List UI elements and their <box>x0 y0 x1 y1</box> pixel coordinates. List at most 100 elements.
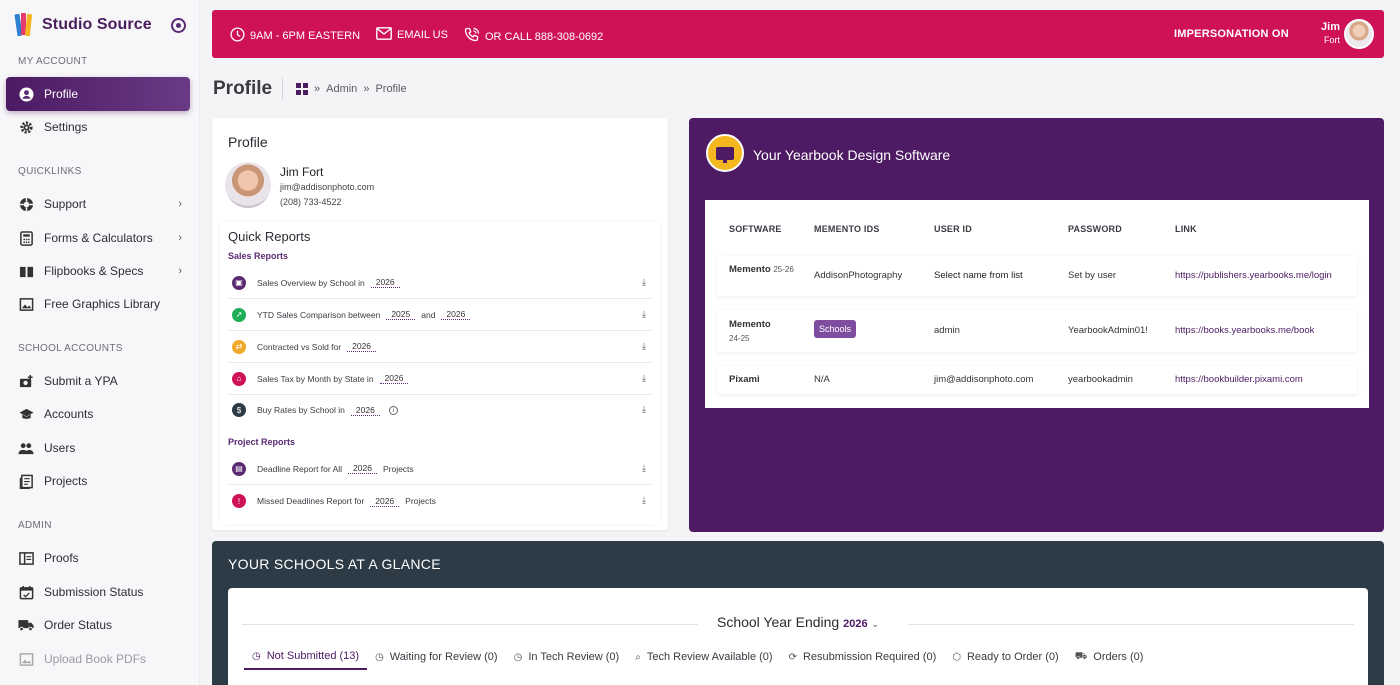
table-row: Memento 24-25 Schools admin YearbookAdmin… <box>717 310 1357 352</box>
divider <box>908 624 1354 625</box>
software-link[interactable]: https://bookbuilder.pixami.com <box>1175 374 1303 385</box>
tab-in-tech-review[interactable]: ◷ In Tech Review (0) <box>506 646 628 670</box>
proof-icon <box>18 550 34 566</box>
tab-not-submitted[interactable]: ◷ Not Submitted (13) <box>244 646 368 670</box>
year-select[interactable]: 2026 <box>350 405 380 416</box>
chevron-right-icon: › <box>178 232 182 244</box>
download-icon[interactable]: ⤓ <box>642 495 646 506</box>
download-icon[interactable]: ⤓ <box>642 341 646 352</box>
section-label-school-accounts: SCHOOL ACCOUNTS <box>18 343 123 354</box>
info-icon[interactable]: i <box>388 405 398 415</box>
tab-orders[interactable]: ⛟ Orders (0) <box>1067 646 1152 670</box>
download-icon[interactable]: ⤓ <box>642 373 646 384</box>
profile-name: Jim Fort <box>280 165 324 179</box>
dashboard-icon[interactable] <box>296 83 308 95</box>
graduation-cap-icon <box>18 406 34 422</box>
schools-button[interactable]: Schools <box>814 320 857 338</box>
year-select[interactable]: 2025 <box>386 309 416 320</box>
project-reports-heading: Project Reports <box>228 437 296 447</box>
report-label: Buy Rates by School in <box>257 405 345 415</box>
section-label-quicklinks: QUICKLINKS <box>18 166 82 177</box>
year-select-2[interactable]: 2026 <box>441 309 471 320</box>
chevron-down-icon: ⌄ <box>871 619 880 629</box>
tab-label: Tech Review Available (0) <box>646 651 773 663</box>
tab-ready-to-order[interactable]: ⬡ Ready to Order (0) <box>944 646 1066 670</box>
software-link[interactable]: https://books.yearbooks.me/book <box>1175 325 1314 336</box>
software-name: Memento 25-26 <box>729 264 794 275</box>
report-row-sales-tax[interactable]: ⌂ Sales Tax by Month by State in 2026 ⤓ <box>228 363 652 395</box>
report-row-contracted-vs-sold[interactable]: ⇄ Contracted vs Sold for 2026 ⤓ <box>228 331 652 363</box>
report-row-buy-rates[interactable]: $ Buy Rates by School in 2026 i ⤓ <box>228 394 652 426</box>
sidebar-item-accounts[interactable]: Accounts <box>6 397 190 431</box>
software-link[interactable]: https://publishers.yearbooks.me/login <box>1175 270 1332 281</box>
sidebar-item-label: Accounts <box>44 407 94 421</box>
year-select[interactable]: 2026 <box>370 277 400 288</box>
sidebar-item-upload-book-pdfs[interactable]: Upload Book PDFs <box>6 642 190 676</box>
section-label-admin: ADMIN <box>18 520 52 531</box>
year-select[interactable]: 2026 <box>348 463 377 474</box>
sidebar-item-flipbooks-specs[interactable]: Flipbooks & Specs › <box>6 254 190 288</box>
profile-phone: (208) 733-4522 <box>280 197 342 207</box>
gear-icon <box>18 119 34 135</box>
column-header-link: LINK <box>1175 224 1197 234</box>
download-icon[interactable]: ⤓ <box>642 309 646 320</box>
avatar[interactable] <box>1344 19 1374 49</box>
software-card: Your Yearbook Design Software SOFTWARE M… <box>689 118 1384 532</box>
sidebar-item-support[interactable]: Support › <box>6 187 190 221</box>
tab-label: Orders (0) <box>1093 651 1144 663</box>
title-divider <box>282 78 283 100</box>
sidebar-item-proofs[interactable]: Proofs <box>6 541 190 575</box>
profile-card-title: Profile <box>228 134 268 150</box>
table-row: Memento 25-26 AddisonPhotography Select … <box>717 256 1357 296</box>
password: Set by user <box>1068 270 1117 281</box>
download-icon[interactable]: ⤓ <box>642 277 646 288</box>
calendar-icon <box>18 584 34 600</box>
sidebar-item-projects[interactable]: Projects <box>6 464 190 498</box>
tab-label: In Tech Review (0) <box>528 651 620 663</box>
email-us-link[interactable]: EMAIL US <box>376 27 448 43</box>
calendar-report-icon: ▤ <box>232 461 246 476</box>
software-name: Pixami <box>729 374 760 385</box>
quick-reports-card: Quick Reports Sales Reports ▣ Sales Over… <box>220 222 660 524</box>
school-year-selector[interactable]: School Year Ending 2026 ⌄ <box>228 614 1368 630</box>
breadcrumb-profile: Profile <box>375 83 407 95</box>
brand[interactable]: Studio Source <box>14 13 152 37</box>
pin-sidebar-icon[interactable] <box>171 18 186 33</box>
download-icon[interactable]: ⤓ <box>642 463 646 474</box>
sidebar-item-label: Flipbooks & Specs <box>44 264 144 278</box>
sidebar-item-label: Upload Book PDFs <box>44 652 147 666</box>
tab-resubmission-required[interactable]: ⟳ Resubmission Required (0) <box>781 646 945 670</box>
report-row-missed-deadlines[interactable]: ! Missed Deadlines Report for 2026 Proje… <box>228 485 652 517</box>
year-select[interactable]: 2026 <box>347 341 377 352</box>
breadcrumb-admin[interactable]: Admin <box>326 83 357 95</box>
breadcrumb-separator: » <box>363 83 370 95</box>
report-label: Contracted vs Sold for <box>257 341 342 352</box>
sidebar-item-submission-status[interactable]: Submission Status <box>6 575 190 609</box>
tab-tech-review-available[interactable]: ⌕ Tech Review Available (0) <box>627 646 780 670</box>
memento-id: AddisonPhotography <box>814 270 903 281</box>
sidebar-item-label: Forms & Calculators <box>44 231 153 245</box>
sidebar-item-submit-ypa[interactable]: Submit a YPA <box>6 364 190 398</box>
lifebuoy-icon <box>18 196 34 212</box>
report-row-ytd-comparison[interactable]: ↗ YTD Sales Comparison between 2025 and … <box>228 299 652 331</box>
user-menu[interactable]: Jim Fort <box>1310 21 1340 45</box>
tab-waiting-for-review[interactable]: ◷ Waiting for Review (0) <box>367 646 506 670</box>
call-us-link[interactable]: OR CALL 888-308-0692 <box>464 27 603 46</box>
sidebar-item-settings[interactable]: Settings <box>6 110 190 144</box>
sidebar-item-order-status[interactable]: Order Status <box>6 608 190 642</box>
sidebar-item-forms-calculators[interactable]: Forms & Calculators › <box>6 221 190 255</box>
memento-ids-cell: Schools <box>814 320 857 338</box>
year-select[interactable]: 2026 <box>379 373 409 384</box>
sidebar-item-profile[interactable]: Profile <box>6 77 190 111</box>
report-label-suffix: Projects <box>405 496 436 506</box>
download-icon[interactable]: ⤓ <box>642 404 646 415</box>
schools-glance-panel: School Year Ending 2026 ⌄ ◷ Not Submitte… <box>228 588 1368 685</box>
impersonation-status: IMPERSONATION ON <box>1174 28 1289 40</box>
users-icon <box>18 440 34 456</box>
sidebar-item-free-graphics-library[interactable]: Free Graphics Library <box>6 287 190 321</box>
report-row-deadline[interactable]: ▤ Deadline Report for All 2026 Projects … <box>228 453 652 485</box>
user-id: jim@addisonphoto.com <box>934 374 1034 385</box>
sidebar-item-users[interactable]: Users <box>6 431 190 465</box>
report-row-sales-overview[interactable]: ▣ Sales Overview by School in 2026 ⤓ <box>228 267 652 299</box>
year-select[interactable]: 2026 <box>370 496 400 507</box>
